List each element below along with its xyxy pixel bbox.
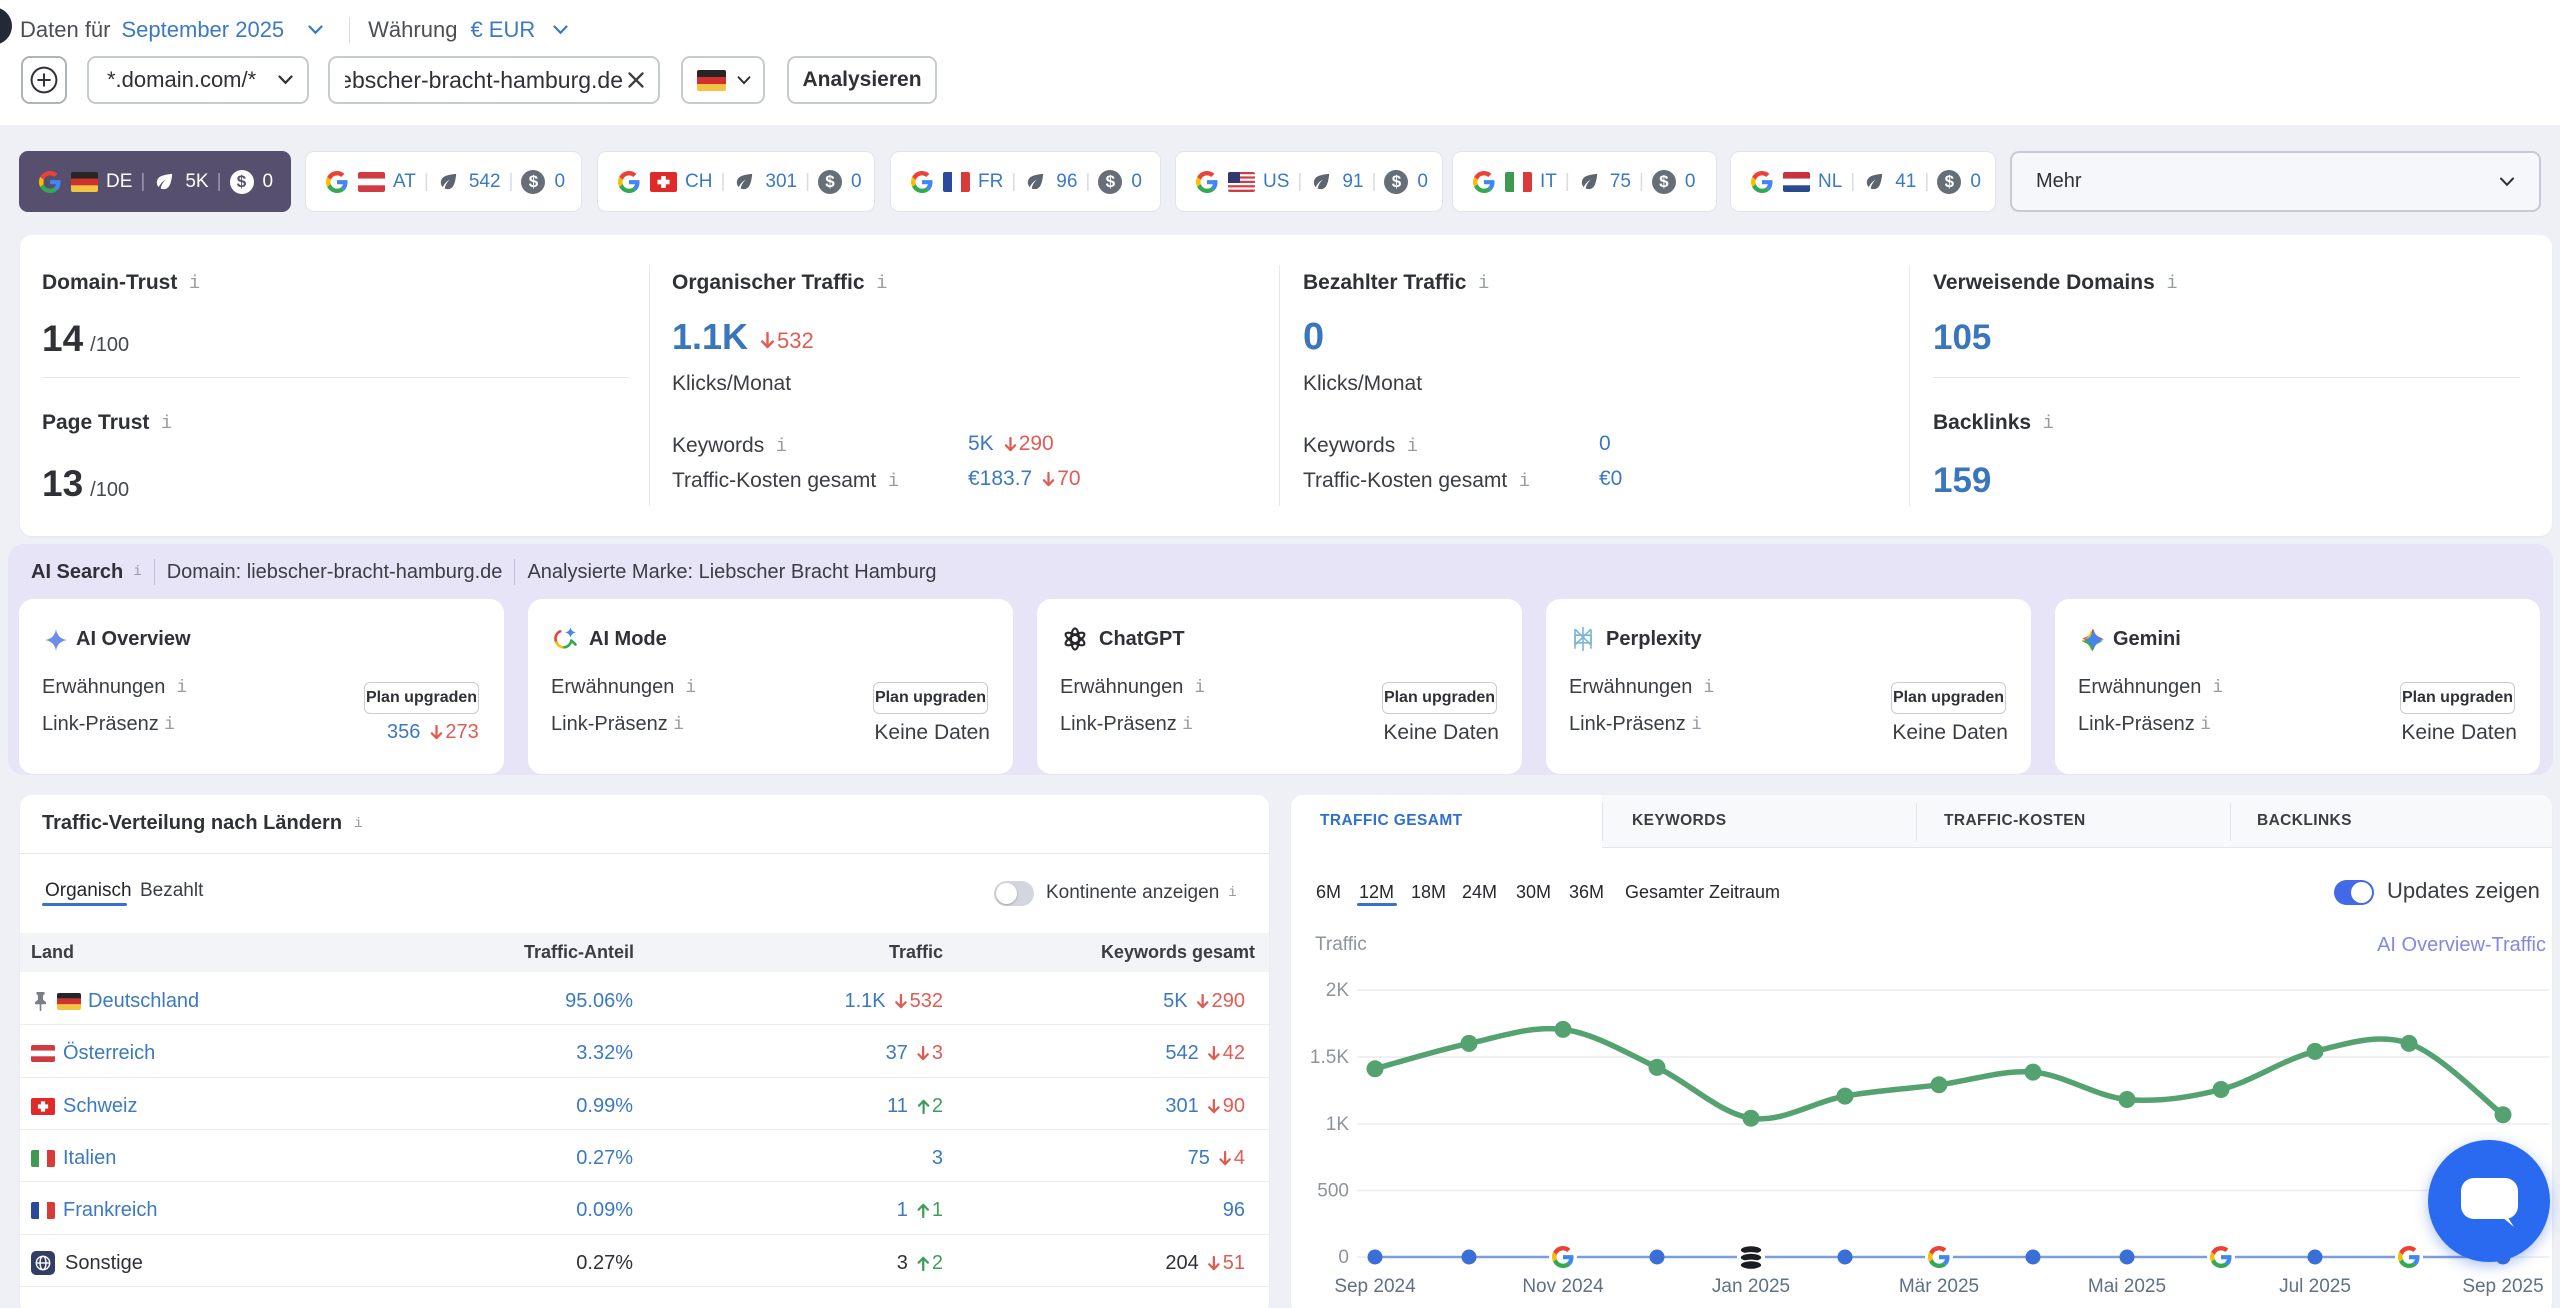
svg-text:500: 500 bbox=[1317, 1181, 1349, 1202]
svg-text:1.5K: 1.5K bbox=[1310, 1047, 1349, 1068]
svg-text:Jul 2025: Jul 2025 bbox=[2279, 1276, 2351, 1297]
svg-text:Traffic: Traffic bbox=[1315, 934, 1367, 955]
svg-text:2K: 2K bbox=[1326, 980, 1350, 1001]
svg-text:Sep 2024: Sep 2024 bbox=[1334, 1276, 1416, 1297]
svg-text:1K: 1K bbox=[1326, 1114, 1350, 1135]
svg-text:Mai 2025: Mai 2025 bbox=[2088, 1276, 2166, 1297]
svg-text:0: 0 bbox=[1338, 1247, 1349, 1268]
svg-text:Jan 2025: Jan 2025 bbox=[1712, 1276, 1790, 1297]
svg-text:Nov 2024: Nov 2024 bbox=[1522, 1276, 1604, 1297]
svg-text:Mär 2025: Mär 2025 bbox=[1899, 1276, 1979, 1297]
svg-text:AI Overview-Traffic: AI Overview-Traffic bbox=[2377, 934, 2546, 956]
svg-text:Sep 2025: Sep 2025 bbox=[2462, 1276, 2543, 1297]
